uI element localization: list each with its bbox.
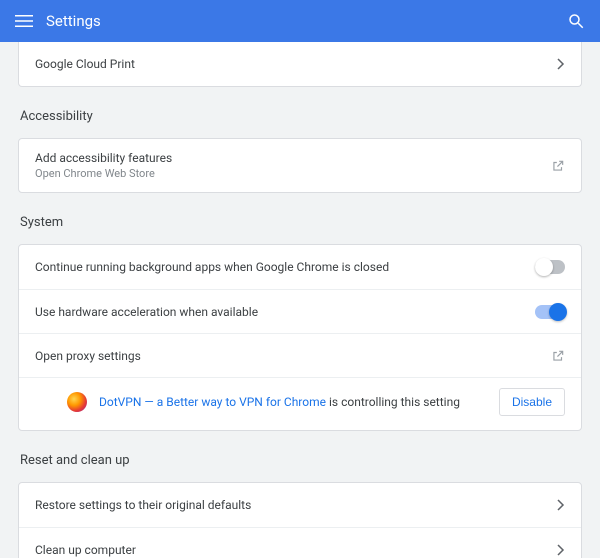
- reset-card: Restore settings to their original defau…: [18, 482, 582, 558]
- menu-icon[interactable]: [12, 9, 36, 33]
- accessibility-section-title: Accessibility: [20, 109, 580, 124]
- hardware-acceleration-toggle[interactable]: [535, 305, 565, 319]
- open-proxy-settings-row[interactable]: Open proxy settings: [19, 333, 581, 377]
- extension-link[interactable]: DotVPN — a Better way to VPN for Chrome: [99, 395, 326, 409]
- system-card: Continue running background apps when Go…: [18, 244, 582, 431]
- reset-section-title: Reset and clean up: [20, 453, 580, 468]
- settings-content: Google Cloud Print Accessibility Add acc…: [0, 42, 600, 558]
- disable-extension-button[interactable]: Disable: [499, 388, 565, 416]
- restore-defaults-row[interactable]: Restore settings to their original defau…: [19, 483, 581, 527]
- chevron-right-icon: [557, 58, 565, 70]
- add-accessibility-features-row[interactable]: Add accessibility features Open Chrome W…: [19, 139, 581, 192]
- proxy-extension-notice: DotVPN — a Better way to VPN for Chrome …: [19, 377, 581, 430]
- top-app-bar: Settings: [0, 0, 600, 42]
- row-label: Continue running background apps when Go…: [35, 260, 523, 274]
- row-label: Add accessibility features: [35, 151, 539, 165]
- controlling-suffix: is controlling this setting: [326, 395, 460, 409]
- hardware-acceleration-row: Use hardware acceleration when available: [19, 289, 581, 333]
- printing-card-fragment: Google Cloud Print: [18, 42, 582, 87]
- open-in-new-icon: [551, 159, 565, 173]
- row-label: Google Cloud Print: [35, 57, 545, 71]
- clean-up-computer-row[interactable]: Clean up computer: [19, 527, 581, 558]
- row-sublabel: Open Chrome Web Store: [35, 167, 539, 180]
- page-title: Settings: [46, 12, 101, 30]
- open-in-new-icon: [551, 349, 565, 363]
- background-apps-toggle[interactable]: [535, 260, 565, 274]
- chevron-right-icon: [557, 544, 565, 556]
- background-apps-row: Continue running background apps when Go…: [19, 245, 581, 289]
- row-label: Clean up computer: [35, 543, 545, 557]
- row-label: Use hardware acceleration when available: [35, 305, 523, 319]
- row-label: Open proxy settings: [35, 349, 539, 363]
- google-cloud-print-row[interactable]: Google Cloud Print: [19, 42, 581, 86]
- search-icon[interactable]: [564, 9, 588, 33]
- accessibility-card: Add accessibility features Open Chrome W…: [18, 138, 582, 193]
- chevron-right-icon: [557, 499, 565, 511]
- system-section-title: System: [20, 215, 580, 230]
- dotvpn-icon: [67, 392, 87, 412]
- row-label: Restore settings to their original defau…: [35, 498, 545, 512]
- extension-controlling-text: DotVPN — a Better way to VPN for Chrome …: [99, 395, 487, 409]
